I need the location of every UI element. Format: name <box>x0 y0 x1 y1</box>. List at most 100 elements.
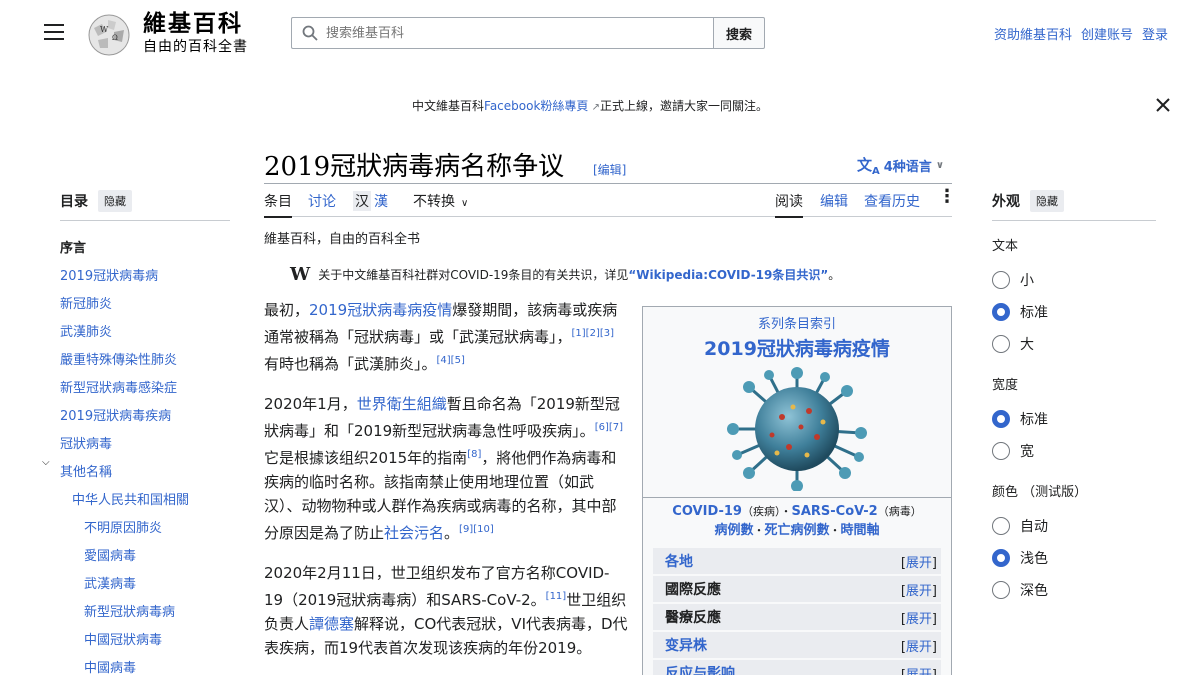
citation-refs[interactable]: [6][7] <box>595 422 623 433</box>
site-wordmark[interactable]: 維基百科 自由的百科全書 <box>143 10 248 56</box>
more-actions-icon[interactable]: ⋮ <box>938 186 956 207</box>
infobox-row[interactable]: 醫療反應 [展开] <box>653 604 941 630</box>
citation-refs[interactable]: [1][2][3] <box>572 328 615 339</box>
infobox-row[interactable]: 國際反應 [展开] <box>653 576 941 602</box>
radio-button[interactable] <box>992 271 1010 289</box>
radio-text-small[interactable]: 小 <box>992 264 1156 296</box>
infobox-row[interactable]: 反应与影响 [展开] <box>653 660 941 675</box>
radio-button-selected[interactable] <box>992 410 1010 428</box>
link-who[interactable]: 世界衛生組織 <box>357 395 447 413</box>
expand-label: 展开 <box>905 639 932 655</box>
wikipedia-globe-logo[interactable]: W Ω <box>84 10 134 56</box>
article-tagline: 維基百科，自由的百科全书 <box>264 232 421 247</box>
radio-width-wide[interactable]: 宽 <box>992 435 1156 467</box>
separator: ・ <box>780 505 792 518</box>
link-covid19[interactable]: COVID-19 <box>672 504 742 519</box>
text: 2020年1月， <box>264 395 357 413</box>
expand-toggle[interactable]: [展开] <box>901 636 937 655</box>
tab-read[interactable]: 阅读 <box>775 191 803 218</box>
toc-item[interactable]: 武漢病毒 <box>60 571 230 599</box>
expand-toggle[interactable]: [展开] <box>901 552 937 571</box>
login-link[interactable]: 登录 <box>1142 24 1168 43</box>
radio-button-selected[interactable] <box>992 549 1010 567</box>
infobox-row-label[interactable]: 变异株 <box>665 635 707 655</box>
tab-history[interactable]: 查看历史 <box>864 191 920 211</box>
create-account-link[interactable]: 创建账号 <box>1081 24 1133 43</box>
link-social-stigma[interactable]: 社会污名 <box>384 524 444 542</box>
radio-button[interactable] <box>992 581 1010 599</box>
tab-edit[interactable]: 编辑 <box>820 191 848 211</box>
coronavirus-image[interactable] <box>727 367 867 491</box>
toc-item[interactable]: 2019冠狀病毒疾病 <box>60 403 230 431</box>
svg-text:Ω: Ω <box>112 34 118 42</box>
expand-label: 展开 <box>905 667 932 675</box>
radio-button[interactable] <box>992 517 1010 535</box>
toc-item[interactable]: 中华人民共和国相關 <box>60 487 230 515</box>
toc-item[interactable]: 武漢肺炎 <box>60 319 230 347</box>
toc-item[interactable]: 嚴重特殊傳染性肺炎 <box>60 347 230 375</box>
expand-toggle[interactable]: [展开] <box>901 664 937 675</box>
toc-hide-button[interactable]: 隐藏 <box>98 190 132 212</box>
toc-item[interactable]: 冠狀病毒 <box>60 431 230 459</box>
toc-item[interactable]: 不明原因肺炎 <box>60 515 230 543</box>
toc-item[interactable]: 新冠肺炎 <box>60 291 230 319</box>
radio-text-standard[interactable]: 标准 <box>992 296 1156 328</box>
expand-label: 展开 <box>905 583 932 599</box>
infobox-row[interactable]: 各地 [展开] <box>653 548 941 574</box>
radio-text-large[interactable]: 大 <box>992 328 1156 360</box>
radio-button-selected[interactable] <box>992 303 1010 321</box>
infobox-row-label[interactable]: 各地 <box>665 551 693 571</box>
citation-refs[interactable]: [4][5] <box>437 355 465 366</box>
language-button[interactable]: 文A 4种语言 ∨ <box>857 154 944 177</box>
link-cases[interactable]: 病例數 <box>714 523 753 538</box>
banner-facebook-link[interactable]: Facebook粉絲專頁 <box>484 99 588 113</box>
radio-button[interactable] <box>992 335 1010 353</box>
citation-refs[interactable]: [11] <box>546 591 567 602</box>
infobox-title[interactable]: 2019冠狀病毒病疫情 <box>643 334 951 361</box>
toc-item[interactable]: 其他名稱 <box>60 459 230 487</box>
title-edit-link[interactable]: [编辑] <box>593 161 626 178</box>
tab-article[interactable]: 条目 <box>264 191 292 218</box>
appearance-hide-button[interactable]: 隐藏 <box>1030 190 1064 212</box>
link-tedros[interactable]: 譚德塞 <box>309 615 354 633</box>
notice-link[interactable]: “Wikipedia:COVID-19条目共识” <box>628 268 828 282</box>
radio-button[interactable] <box>992 442 1010 460</box>
radio-width-standard[interactable]: 标准 <box>992 403 1156 435</box>
expand-toggle[interactable]: [展开] <box>901 580 937 599</box>
radio-color-light[interactable]: 浅色 <box>992 542 1156 574</box>
expand-toggle[interactable]: [展开] <box>901 608 937 627</box>
donate-link[interactable]: 资助維基百科 <box>994 24 1072 43</box>
tab-variant-simplified[interactable]: 汉 <box>353 191 371 211</box>
toc-item[interactable]: 2019冠狀病毒病 <box>60 263 230 291</box>
toc-item[interactable]: 序言 <box>60 235 230 263</box>
link-sars-cov-2[interactable]: SARS-CoV-2 <box>791 504 877 519</box>
text: 它是根據该组织2015年的指南 <box>264 449 468 467</box>
radio-label: 小 <box>1020 273 1034 289</box>
table-of-contents: 目录 隐藏 序言 2019冠狀病毒病 新冠肺炎 武漢肺炎 嚴重特殊傳染性肺炎 新… <box>60 190 230 675</box>
toc-item[interactable]: 中國病毒 <box>60 655 230 675</box>
link-pandemic[interactable]: 2019冠狀病毒病疫情 <box>309 301 452 319</box>
citation-refs[interactable]: [8] <box>467 449 481 460</box>
search-box[interactable] <box>291 17 713 49</box>
search-button[interactable]: 搜索 <box>713 17 765 49</box>
link-deaths[interactable]: 死亡病例數 <box>764 523 829 538</box>
radio-color-dark[interactable]: 深色 <box>992 574 1156 606</box>
search-input[interactable] <box>326 25 686 41</box>
radio-color-auto[interactable]: 自动 <box>992 510 1156 542</box>
main-menu-button[interactable] <box>44 24 64 42</box>
tab-talk[interactable]: 讨论 <box>308 191 336 211</box>
citation-refs[interactable]: [9][10] <box>459 524 494 535</box>
link-timeline[interactable]: 時間軸 <box>841 523 880 538</box>
toc-title: 目录 <box>60 194 88 210</box>
toc-item[interactable]: 愛國病毒 <box>60 543 230 571</box>
toc-item[interactable]: 新型冠狀病毒感染症 <box>60 375 230 403</box>
infobox-series-label[interactable]: 系列条目索引 <box>643 313 951 332</box>
close-icon[interactable] <box>1154 96 1172 114</box>
infobox-row[interactable]: 变异株 [展开] <box>653 632 941 658</box>
tab-variant-traditional[interactable]: 漢 <box>374 191 388 211</box>
chevron-down-icon[interactable]: ⌵ <box>42 457 50 468</box>
tab-variant-noconvert[interactable]: 不转换 ∨ <box>413 191 468 211</box>
infobox-row-label[interactable]: 反应与影响 <box>665 663 735 675</box>
toc-item[interactable]: 中國冠狀病毒 <box>60 627 230 655</box>
toc-item[interactable]: 新型冠狀病毒病 <box>60 599 230 627</box>
